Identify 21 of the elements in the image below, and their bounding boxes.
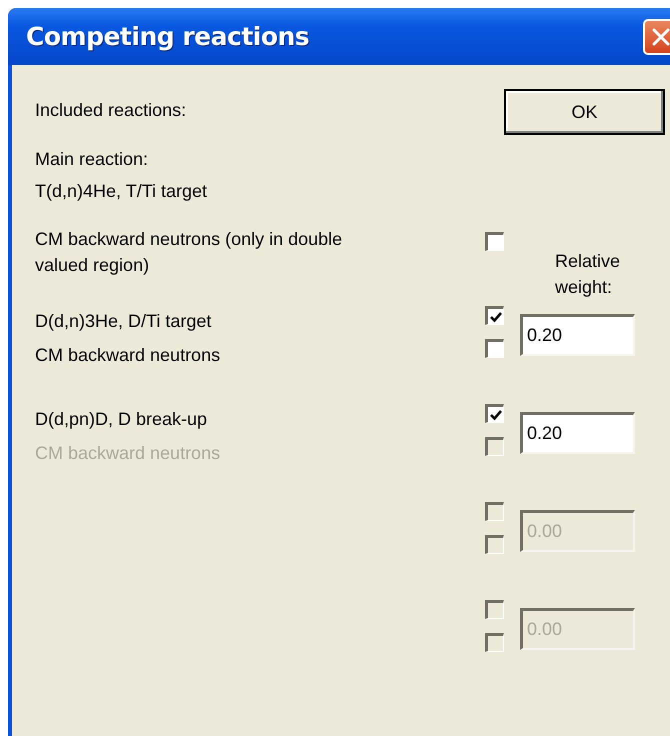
reaction-name: D(d,n)3He, D/Ti target [35, 310, 212, 333]
included-reactions-label: Included reactions: [35, 99, 186, 122]
relative-weight-heading: Relative weight: [555, 250, 622, 299]
ok-button[interactable]: OK [504, 89, 665, 135]
backward-neutrons-label: CM backward neutrons [35, 442, 222, 465]
main-reaction-heading: Main reaction: [35, 148, 150, 171]
main-reaction-name: T(d,n)4He, T/Ti target [35, 180, 208, 203]
close-button[interactable] [643, 18, 670, 54]
weight-field[interactable]: 0.20 [520, 314, 635, 356]
reaction-name: D(d,pn)D, D break-up [35, 408, 208, 431]
checkbox[interactable] [485, 339, 504, 358]
check-icon [488, 408, 502, 422]
check-icon [488, 310, 502, 324]
close-icon [652, 28, 670, 46]
checkbox[interactable] [485, 306, 504, 325]
checkbox[interactable] [485, 232, 504, 251]
backward-neutrons-label: CM backward neutrons [35, 344, 222, 367]
weight-field[interactable]: 0.20 [520, 412, 635, 454]
checkbox[interactable] [485, 404, 504, 423]
window-title: Competing reactions [26, 22, 310, 51]
backward-neutrons-label: CM backward neutrons (only in double valued region) [35, 228, 344, 277]
